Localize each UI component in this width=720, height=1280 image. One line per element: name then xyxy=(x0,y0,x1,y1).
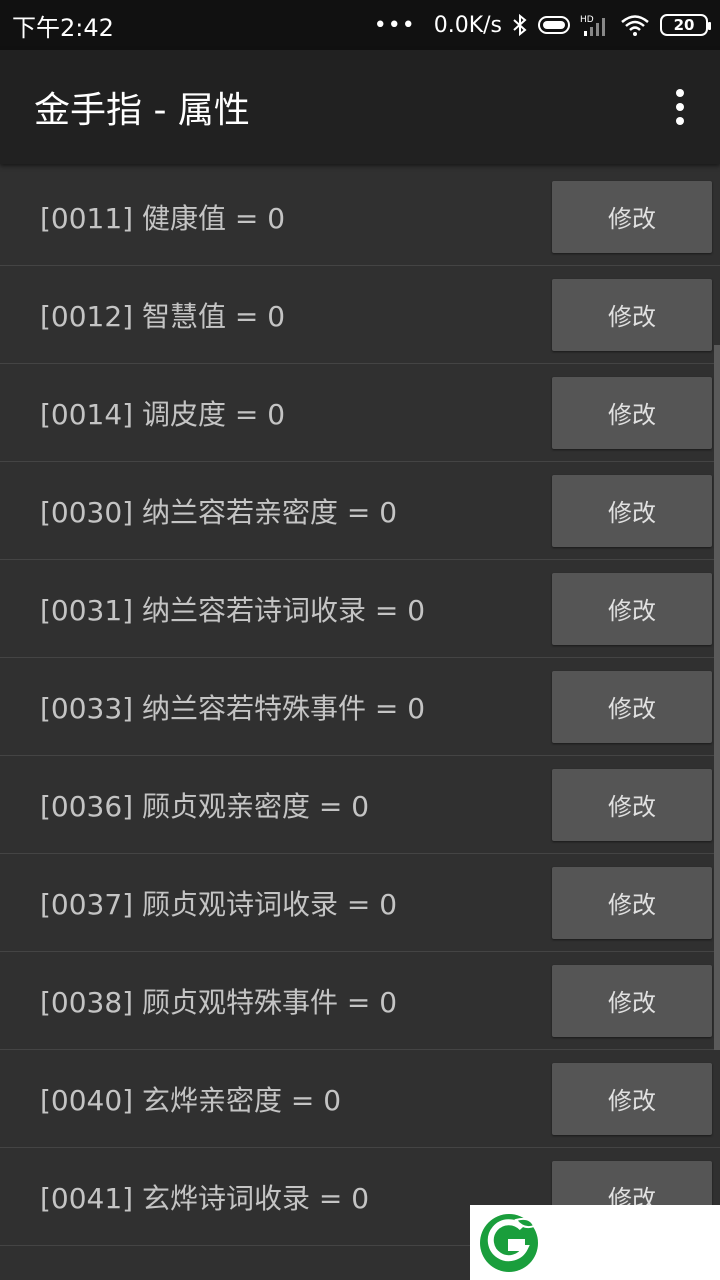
modify-button[interactable]: 修改 xyxy=(552,964,712,1037)
attribute-label: [0030] 纳兰容若亲密度 = 0 xyxy=(40,495,398,529)
battery-icon: 20 xyxy=(660,14,711,36)
attribute-label: [0040] 玄烨亲密度 = 0 xyxy=(40,1083,342,1117)
attribute-label: [0041] 玄烨诗词收录 = 0 xyxy=(40,1181,370,1215)
more-vert-icon[interactable] xyxy=(670,89,690,125)
list-item: [0014] 调皮度 = 0 修改 xyxy=(0,364,720,462)
modify-button[interactable]: 修改 xyxy=(552,670,712,743)
leaf-logo-icon xyxy=(480,1213,538,1272)
list-item: [0011] 健康值 = 0 修改 xyxy=(0,168,720,266)
network-speed: 0.0K/s xyxy=(433,12,502,38)
signal-icon: HD xyxy=(580,15,605,36)
list-item: [0030] 纳兰容若亲密度 = 0 修改 xyxy=(0,462,720,560)
attribute-label: [0011] 健康值 = 0 xyxy=(40,201,286,235)
status-bar: 下午2:42 ••• 0.0K/s HD 20 xyxy=(0,0,720,50)
more-notifications-icon: ••• xyxy=(373,12,416,38)
attribute-label: [0031] 纳兰容若诗词收录 = 0 xyxy=(40,593,426,627)
scrollbar[interactable] xyxy=(714,345,720,1050)
watermark-logo xyxy=(470,1205,720,1280)
app-bar: 金手指 - 属性 xyxy=(0,50,720,164)
modify-button[interactable]: 修改 xyxy=(552,278,712,351)
list-item: [0038] 顾贞观特殊事件 = 0 修改 xyxy=(0,952,720,1050)
attribute-list[interactable]: [0011] 健康值 = 0 修改 [0012] 智慧值 = 0 修改 [001… xyxy=(0,168,720,1280)
list-item: [0033] 纳兰容若特殊事件 = 0 修改 xyxy=(0,658,720,756)
modify-button[interactable]: 修改 xyxy=(552,866,712,939)
attribute-label: [0033] 纳兰容若特殊事件 = 0 xyxy=(40,691,426,725)
modify-button[interactable]: 修改 xyxy=(552,474,712,547)
wifi-icon xyxy=(621,15,649,36)
attribute-label: [0012] 智慧值 = 0 xyxy=(40,299,286,333)
attribute-label: [0037] 顾贞观诗词收录 = 0 xyxy=(40,887,398,921)
list-item: [0037] 顾贞观诗词收录 = 0 修改 xyxy=(0,854,720,952)
bluetooth-icon xyxy=(513,13,527,37)
attribute-label: [0014] 调皮度 = 0 xyxy=(40,397,286,431)
list-item: [0031] 纳兰容若诗词收录 = 0 修改 xyxy=(0,560,720,658)
modify-button[interactable]: 修改 xyxy=(552,768,712,841)
modify-button[interactable]: 修改 xyxy=(552,376,712,449)
list-item: [0036] 顾贞观亲密度 = 0 修改 xyxy=(0,756,720,854)
modify-button[interactable]: 修改 xyxy=(552,180,712,253)
page-title: 金手指 - 属性 xyxy=(34,90,250,131)
vibrate-toggle-icon xyxy=(538,16,570,34)
status-icons: ••• 0.0K/s HD 20 xyxy=(373,12,711,38)
modify-button[interactable]: 修改 xyxy=(552,1062,712,1135)
attribute-label: [0036] 顾贞观亲密度 = 0 xyxy=(40,789,370,823)
modify-button[interactable]: 修改 xyxy=(552,572,712,645)
hd-label: HD xyxy=(580,15,594,25)
list-item: [0012] 智慧值 = 0 修改 xyxy=(0,266,720,364)
list-item: [0040] 玄烨亲密度 = 0 修改 xyxy=(0,1050,720,1148)
status-time: 下午2:42 xyxy=(12,13,114,42)
attribute-label: [0038] 顾贞观特殊事件 = 0 xyxy=(40,985,398,1019)
